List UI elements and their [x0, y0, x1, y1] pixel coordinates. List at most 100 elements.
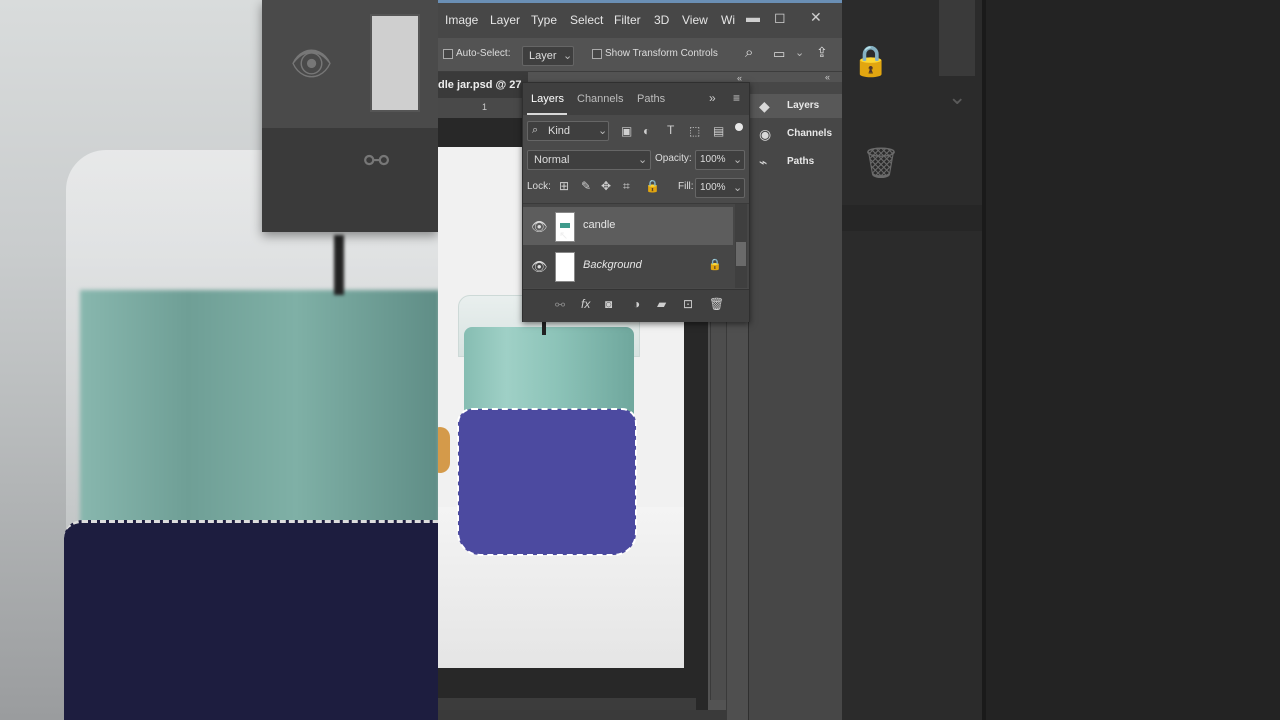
- eye-icon[interactable]: 👁: [531, 219, 548, 235]
- tab-channels[interactable]: Channels: [577, 93, 623, 105]
- document-tab[interactable]: dle jar.psd @ 27.: [438, 72, 528, 98]
- blurred-background-left: 👁 ⚯: [0, 0, 438, 720]
- ruler-mark: 1: [482, 102, 488, 112]
- filter-toggle[interactable]: [735, 123, 743, 131]
- paths-icon: ⌁: [759, 154, 768, 170]
- shape-filter-icon[interactable]: ⬚: [689, 124, 700, 138]
- selection-marquee[interactable]: [457, 408, 637, 556]
- tab-layers[interactable]: Layers: [531, 93, 564, 105]
- auto-select-target-value: Layer: [529, 50, 557, 62]
- menu-select[interactable]: Select: [570, 13, 603, 27]
- blurred-band: [842, 205, 982, 231]
- lock-image-icon[interactable]: ✎: [581, 179, 591, 193]
- fill-field[interactable]: 100% ⌄: [695, 178, 745, 198]
- share-icon[interactable]: ⇪: [816, 44, 828, 61]
- minimize-icon[interactable]: ▬: [746, 9, 760, 25]
- add-mask-icon[interactable]: ◙: [605, 297, 612, 311]
- layer-row-background[interactable]: 👁 Background 🔒: [523, 247, 733, 285]
- blurred-lock-icon: 🔒: [852, 45, 890, 78]
- blurred-scrollbar: [939, 0, 975, 76]
- horizontal-scrollbar[interactable]: [438, 698, 696, 710]
- fill-label: Fill:: [678, 181, 694, 192]
- chevron-down-icon: ⌄: [733, 182, 743, 194]
- blend-mode-dropdown[interactable]: Normal ⌄: [527, 150, 651, 170]
- pixel-filter-icon[interactable]: ▣: [621, 124, 632, 138]
- adjustment-layer-icon[interactable]: ◑: [633, 297, 640, 311]
- menu-layer[interactable]: Layer: [490, 13, 520, 27]
- search-icon[interactable]: ⌕: [745, 44, 753, 61]
- layer-thumbnail[interactable]: [555, 252, 575, 282]
- menu-type[interactable]: Type: [531, 13, 557, 27]
- blurred-background-right: 🔒 ⌄ 🗑: [842, 0, 1280, 720]
- layers-panel: « Layers Channels Paths » ≡ ⌕ Kind ⌄ ▣ ◐…: [522, 73, 750, 322]
- horizontal-ruler: 1: [438, 98, 528, 119]
- fx-icon[interactable]: fx: [581, 297, 590, 311]
- lock-position-icon[interactable]: ✥: [601, 179, 611, 193]
- layer-name[interactable]: Background: [583, 259, 642, 271]
- chevron-down-icon: ⌄: [563, 50, 573, 62]
- opacity-field[interactable]: 100% ⌄: [695, 150, 745, 170]
- blurred-divider: [982, 0, 986, 720]
- chevron-down-icon: ⌄: [598, 125, 608, 137]
- lock-transparent-icon[interactable]: ⊞: [559, 179, 569, 193]
- options-bar: Auto-Select: Layer ⌄ Show Transform Cont…: [438, 38, 842, 72]
- dock-item-layers[interactable]: ◆ Layers: [749, 94, 842, 118]
- type-filter-icon[interactable]: T: [667, 123, 674, 137]
- link-layers-icon[interactable]: ⚯: [555, 298, 565, 312]
- workspace-chevron-icon[interactable]: ⌄: [795, 46, 804, 59]
- thumbnail-content: [560, 223, 570, 228]
- blurred-panel: 👁 ⚯: [262, 0, 438, 232]
- layer-name[interactable]: candle: [583, 219, 615, 231]
- blend-mode-value: Normal: [534, 154, 570, 166]
- filter-kind-dropdown[interactable]: ⌕ Kind ⌄: [527, 121, 609, 141]
- new-layer-icon[interactable]: ⊡: [683, 297, 693, 311]
- auto-select-checkbox[interactable]: [443, 49, 453, 59]
- dock-item-label: Layers: [787, 100, 820, 111]
- menu-bar: Image Layer Type Select Filter 3D View W…: [438, 0, 842, 38]
- lock-label: Lock:: [527, 181, 551, 192]
- smart-object-filter-icon[interactable]: ▤: [713, 124, 724, 138]
- dock-item-channels[interactable]: ◉ Channels: [749, 122, 842, 146]
- adjustment-filter-icon[interactable]: ◐: [643, 124, 650, 138]
- opacity-label: Opacity:: [655, 153, 692, 164]
- new-group-icon[interactable]: ▰: [657, 297, 666, 311]
- dock-item-label: Channels: [787, 128, 833, 139]
- search-icon: ⌕: [532, 124, 539, 136]
- collapse-dock-icon[interactable]: «: [825, 72, 830, 82]
- maximize-icon[interactable]: ◻: [774, 9, 786, 26]
- dock-item-label: Paths: [787, 156, 815, 167]
- eye-icon[interactable]: 👁: [531, 259, 548, 275]
- layer-list: 👁 ↖ candle 👁 Background 🔒: [523, 203, 749, 288]
- lock-artboard-icon[interactable]: ⌗: [623, 179, 630, 194]
- blurred-trash-icon: 🗑: [862, 147, 901, 180]
- menu-image[interactable]: Image: [445, 13, 478, 27]
- layer-list-scrollbar[interactable]: [735, 204, 747, 288]
- auto-select-target-dropdown[interactable]: Layer ⌄: [522, 46, 574, 66]
- show-transform-checkbox[interactable]: [592, 49, 602, 59]
- blurred-wick: [334, 235, 344, 295]
- vertical-scrollbar[interactable]: [710, 290, 727, 700]
- dock-item-paths[interactable]: ⌁ Paths: [749, 150, 842, 174]
- panel-dock: « ◆ Layers ◉ Channels ⌁ Paths: [748, 72, 842, 720]
- menu-window[interactable]: Wi: [721, 13, 735, 27]
- expand-icon[interactable]: »: [709, 91, 716, 105]
- tab-paths[interactable]: Paths: [637, 93, 665, 105]
- close-icon[interactable]: ✕: [810, 9, 822, 26]
- layer-row-candle[interactable]: 👁 ↖ candle: [523, 207, 733, 245]
- menu-view[interactable]: View: [682, 13, 708, 27]
- trash-icon[interactable]: 🗑: [709, 297, 724, 311]
- panel-menu-icon[interactable]: ≡: [733, 91, 740, 105]
- scroll-thumb[interactable]: [736, 242, 746, 266]
- workspace-icon[interactable]: ▭: [773, 46, 785, 62]
- pointer-cursor-icon: ↖: [559, 230, 569, 242]
- side-object: [438, 427, 450, 473]
- menu-filter[interactable]: Filter: [614, 13, 641, 27]
- blurred-chevron-icon: ⌄: [948, 84, 967, 109]
- collapse-panel-icon[interactable]: «: [737, 73, 742, 83]
- blurred-link-icon: ⚯: [364, 145, 390, 178]
- channels-icon: ◉: [759, 126, 772, 142]
- blurred-eye-icon: 👁: [290, 45, 334, 83]
- lock-all-icon[interactable]: 🔒: [645, 179, 660, 193]
- active-tab-indicator: [527, 113, 567, 115]
- menu-3d[interactable]: 3D: [654, 13, 669, 27]
